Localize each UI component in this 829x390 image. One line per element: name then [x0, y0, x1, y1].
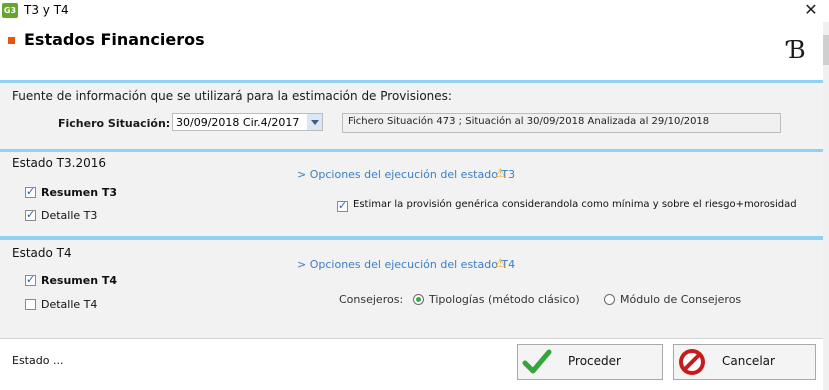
title-bar — [0, 0, 829, 22]
fichero-select-value: 30/09/2018 Cir.4/2017 — [176, 116, 300, 129]
title-marker-icon — [8, 37, 15, 44]
detalle-t4-checkbox[interactable] — [25, 299, 36, 310]
fichero-label: Fichero Situación: — [58, 117, 171, 130]
close-icon[interactable]: ✕ — [801, 0, 821, 20]
detalle-t4-label: Detalle T4 — [41, 298, 98, 311]
cancel-icon — [679, 349, 705, 375]
resumen-t4-label: Resumen T4 — [41, 274, 118, 287]
proceed-button-label: Proceder — [568, 354, 621, 368]
brand-logo: Ɓ — [788, 36, 806, 64]
resumen-t3-label: Resumen T3 — [41, 186, 118, 199]
tipologias-radio-label: Tipologías (método clásico) — [429, 293, 580, 306]
chevron-down-icon — [311, 120, 319, 125]
estado-t3-panel — [0, 152, 823, 236]
check-icon: ✓ — [26, 185, 36, 198]
detalle-t3-label: Detalle T3 — [41, 209, 98, 222]
check-icon — [522, 349, 552, 374]
opciones-t4-link[interactable]: > Opciones del ejecución del estado T4 — [297, 258, 515, 271]
opciones-t3-link[interactable]: > Opciones del ejecución del estado T3 — [297, 168, 515, 181]
page-title: Estados Financieros — [24, 30, 205, 49]
window-title: T3 y T4 — [24, 3, 69, 17]
check-icon: ✓ — [26, 273, 36, 286]
estado-t3-title: Estado T3.2016 — [12, 156, 106, 170]
warning-icon: ⚠ — [495, 256, 506, 270]
scrollbar-track[interactable] — [823, 22, 829, 390]
estimar-provision-label: Estimar la provisión genérica consideran… — [353, 199, 797, 210]
modulo-consejeros-radio[interactable] — [604, 294, 615, 305]
check-icon: ✓ — [26, 208, 36, 221]
fichero-info-text: Fichero Situación 473 ; Situación al 30/… — [348, 116, 710, 127]
status-text: Estado ... — [12, 354, 64, 367]
warning-icon: ⚠ — [495, 166, 506, 180]
modulo-consejeros-radio-label: Módulo de Consejeros — [620, 293, 742, 306]
estado-t4-panel — [0, 240, 823, 338]
app-icon: G3 — [2, 3, 18, 18]
check-icon: ✓ — [338, 199, 348, 212]
estado-t4-title: Estado T4 — [12, 246, 72, 260]
footer-divider — [0, 338, 823, 339]
source-description: Fuente de información que se utilizará p… — [12, 89, 452, 103]
cancel-button-label: Cancelar — [722, 354, 775, 368]
consejeros-label: Consejeros: — [339, 293, 404, 306]
scrollbar-thumb[interactable] — [823, 35, 829, 65]
radio-selected-dot — [416, 297, 421, 302]
